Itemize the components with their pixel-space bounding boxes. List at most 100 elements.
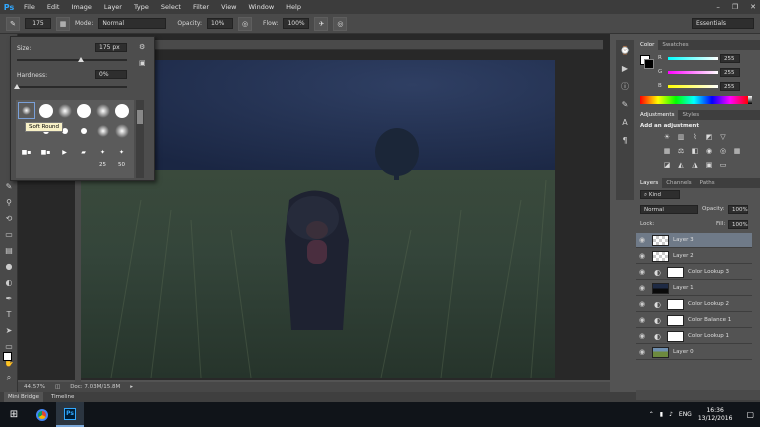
brush-panel-icon[interactable]: ✎ [619,98,631,110]
network-icon[interactable]: ▮ [660,411,663,418]
tab-mini-bridge[interactable]: Mini Bridge [4,392,43,402]
layer-mask-thumbnail[interactable] [667,314,684,326]
opacity-input[interactable]: 10% [207,18,234,29]
brush-soft-round-small[interactable] [18,102,35,119]
color-spectrum[interactable] [640,96,748,104]
visibility-eye-icon[interactable]: ◉ [636,300,648,308]
volume-icon[interactable]: ♪ [669,411,673,418]
photoshop-taskbar-icon[interactable]: Ps [56,402,84,427]
size-slider-thumb[interactable] [77,57,84,62]
dodge-icon[interactable]: ◐ [3,276,15,288]
mode-select[interactable]: Normal [98,18,167,29]
menu-filter[interactable]: Filter [187,0,215,14]
status-menu-arrow-icon[interactable]: ▸ [130,384,133,390]
windows-start-icon[interactable]: ⊞ [0,402,28,427]
rectangle-tool-icon[interactable]: ▭ [3,340,15,352]
language-indicator[interactable]: ENG [679,411,692,418]
history-panel-icon[interactable]: ⌚ [619,44,631,56]
visibility-eye-icon[interactable]: ◉ [636,268,648,276]
flow-input[interactable]: 100% [283,18,310,29]
color-background-swatch[interactable] [644,59,654,69]
doc-size-icon[interactable]: ◫ [55,384,60,390]
black-white-icon[interactable]: ◧ [690,146,700,155]
menu-file[interactable]: File [18,0,41,14]
history-brush-icon[interactable]: ⟲ [3,212,15,224]
tab-swatches[interactable]: Swatches [658,40,692,50]
brush-hard-round-3[interactable] [113,102,130,119]
workspace-select[interactable]: Essentials [692,18,754,29]
color-lookup-icon[interactable]: ▦ [732,146,742,155]
menu-edit[interactable]: Edit [41,0,66,14]
layer-name[interactable]: Layer 3 [673,237,694,243]
brush-special-2[interactable]: ■▪ [37,144,54,161]
brush-special-4[interactable]: ▰ [75,144,92,161]
brush-hard-round-2[interactable] [75,102,92,119]
layer-row[interactable]: ◉ ◐ Color Lookup 3 [636,265,752,280]
close-button[interactable]: ✕ [750,0,756,14]
brush-special-3[interactable]: ▶ [56,144,73,161]
gradient-icon[interactable]: ▤ [3,244,15,256]
layer-name[interactable]: Color Lookup 1 [688,333,729,339]
layer-mask-thumbnail[interactable] [667,330,684,342]
threshold-icon[interactable]: ◮ [690,160,700,169]
new-preset-icon[interactable]: ▣ [139,59,146,67]
levels-icon[interactable]: ▥ [676,132,686,141]
visibility-eye-icon[interactable]: ◉ [636,236,648,244]
hardness-slider[interactable] [17,86,127,88]
brush-hard-round[interactable] [37,102,54,119]
posterize-icon[interactable]: ◭ [676,160,686,169]
menu-window[interactable]: Window [243,0,281,14]
visibility-eye-icon[interactable]: ◉ [636,284,648,292]
layer-mask-thumbnail[interactable] [667,298,684,310]
brush-tool-icon[interactable]: ✎ [3,180,15,192]
notifications-icon[interactable]: ▢ [746,410,754,419]
layer-mask-thumbnail[interactable] [667,266,684,278]
tab-channels[interactable]: Channels [662,178,695,188]
layer-thumbnail[interactable] [652,346,669,358]
brush-round-small-3[interactable] [75,122,92,139]
size-input[interactable]: 175 px [95,43,127,52]
channel-mixer-icon[interactable]: ◎ [718,146,728,155]
menu-image[interactable]: Image [65,0,97,14]
clock[interactable]: 16:36 13/12/2016 [698,407,733,423]
tab-layers[interactable]: Layers [636,178,663,188]
type-tool-icon[interactable]: T [3,308,15,320]
menu-select[interactable]: Select [155,0,187,14]
hardness-slider-thumb[interactable] [14,84,20,89]
brush-size-preview[interactable]: 175 [25,18,51,29]
pressure-opacity-icon[interactable]: ◎ [238,16,253,31]
r-slider[interactable] [668,57,718,60]
airbrush-icon[interactable]: ✈ [314,16,329,31]
brush-grid-scrollbar[interactable] [136,100,144,178]
pen-tool-icon[interactable]: ✒ [3,292,15,304]
selective-color-icon[interactable]: ▣ [704,160,714,169]
gradient-map-icon[interactable]: ▭ [718,160,728,169]
character-panel-icon[interactable]: A [619,116,631,128]
visibility-eye-icon[interactable]: ◉ [636,348,648,356]
layer-name[interactable]: Color Balance 1 [688,317,731,323]
tab-styles[interactable]: Styles [678,110,703,120]
menu-help[interactable]: Help [280,0,307,14]
brightness-contrast-icon[interactable]: ☀ [662,132,672,141]
menu-view[interactable]: View [215,0,242,14]
chrome-icon[interactable] [28,402,56,427]
layer-row[interactable]: ◉ ◐ Color Lookup 1 [636,329,752,344]
fill-input[interactable]: 100% [728,220,748,229]
g-slider[interactable] [668,71,718,74]
brush-special-5[interactable]: ✦ [94,144,111,161]
brush-soft-large[interactable] [113,122,130,139]
invert-icon[interactable]: ◪ [662,160,672,169]
tab-paths[interactable]: Paths [696,178,719,188]
menu-layer[interactable]: Layer [98,0,128,14]
layer-name[interactable]: Layer 2 [673,253,694,259]
visibility-eye-icon[interactable]: ◉ [636,316,648,324]
r-input[interactable]: 255 [720,54,740,63]
minimize-button[interactable]: – [716,0,720,14]
brush-settings-gear-icon[interactable]: ⚙ [139,43,145,51]
hardness-input[interactable]: 0% [95,70,127,79]
path-selection-icon[interactable]: ➤ [3,324,15,336]
pressure-size-icon[interactable]: ◎ [333,16,348,31]
clone-stamp-icon[interactable]: ⚲ [3,196,15,208]
info-panel-icon[interactable]: ⓘ [619,80,631,92]
brush-soft-medium[interactable] [94,122,111,139]
